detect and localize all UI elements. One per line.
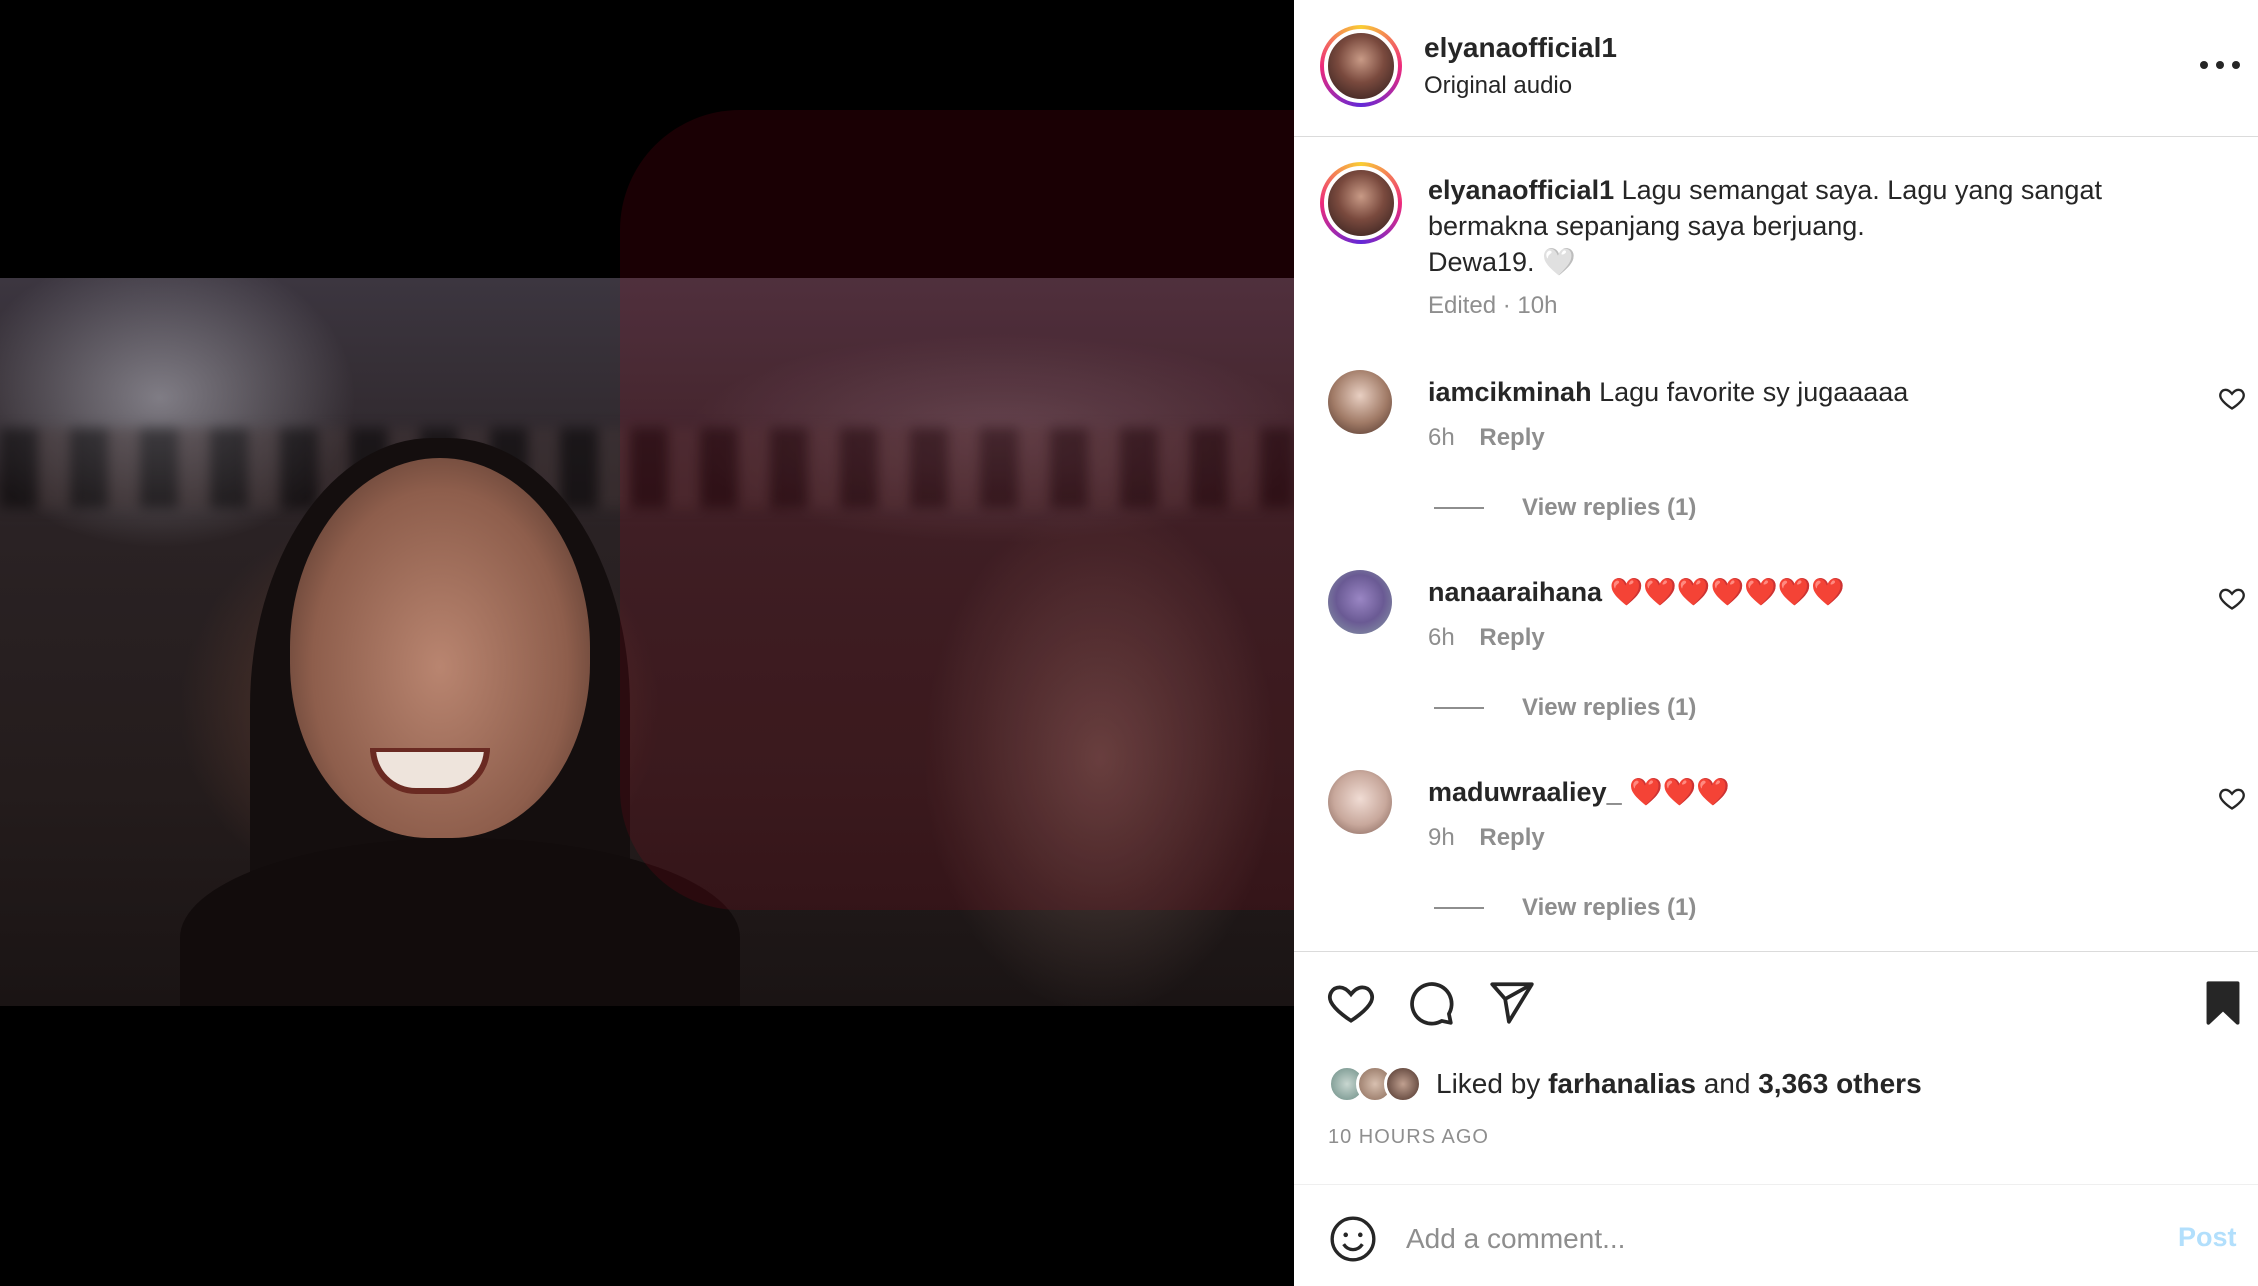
view-replies-label: View replies (1) xyxy=(1522,494,1697,521)
comment-item: nanaaraihana ❤️❤️❤️❤️❤️❤️❤️ 6h Reply Vie… xyxy=(1294,570,2258,770)
view-replies-label: View replies (1) xyxy=(1522,894,1697,921)
post-header: elyanaofficial1 Original audio xyxy=(1294,0,2258,137)
comment-item: iamcikminah Lagu favorite sy jugaaaaa 6h… xyxy=(1294,370,2258,570)
liker-avatars[interactable] xyxy=(1328,1065,1422,1103)
view-replies-button[interactable]: View replies (1) xyxy=(1434,494,1696,522)
save-icon[interactable] xyxy=(2198,978,2248,1028)
comment-body: ❤️❤️❤️❤️❤️❤️❤️ xyxy=(1609,577,1845,607)
comment-username[interactable]: iamcikminah xyxy=(1428,377,1592,407)
like-icon[interactable] xyxy=(1326,978,1376,1028)
caption-meta: Edited · 10h xyxy=(1428,292,1558,319)
comment-text: iamcikminah Lagu favorite sy jugaaaaa xyxy=(1428,374,1908,410)
caption-text: elyanaofficial1 Lagu semangat saya. Lagu… xyxy=(1428,172,2188,280)
emoji-icon[interactable] xyxy=(1328,1214,1378,1264)
comment-avatar[interactable] xyxy=(1328,570,1392,634)
replies-divider xyxy=(1434,907,1484,909)
video-player[interactable] xyxy=(0,278,1294,1006)
white-heart-emoji: 🤍 xyxy=(1542,247,1576,277)
likes-summary: Liked by farhanalias and 3,363 others xyxy=(1328,1062,1922,1106)
comment-username[interactable]: maduwraaliey_ xyxy=(1428,777,1622,807)
action-bar xyxy=(1294,978,2258,1028)
comment-time: 9h xyxy=(1428,824,1455,851)
likes-and: and xyxy=(1703,1068,1751,1099)
view-replies-button[interactable]: View replies (1) xyxy=(1434,694,1696,722)
caption-avatar[interactable] xyxy=(1320,162,1402,244)
post-media[interactable] xyxy=(0,0,1294,1286)
add-comment-divider xyxy=(1294,1184,2258,1185)
likes-user-link[interactable]: farhanalias xyxy=(1548,1068,1696,1099)
post-timestamp[interactable]: 10 HOURS AGO xyxy=(1328,1126,1489,1149)
replies-divider xyxy=(1434,507,1484,509)
post-panel: elyanaofficial1 Original audio elyanaoff… xyxy=(1294,0,2258,1286)
comment-item: maduwraaliey_ ❤️❤️❤️ 9h Reply View repli… xyxy=(1294,770,2258,970)
share-icon[interactable] xyxy=(1486,978,1536,1028)
heart-small-icon[interactable] xyxy=(2218,784,2246,812)
audio-label[interactable]: Original audio xyxy=(1424,72,1572,100)
comment-username[interactable]: nanaaraihana xyxy=(1428,577,1602,607)
comment-input[interactable] xyxy=(1406,1216,2096,1262)
comment-body: Lagu favorite sy jugaaaaa xyxy=(1599,377,1909,407)
comment-time: 6h xyxy=(1428,424,1455,451)
more-icon[interactable] xyxy=(2200,50,2240,80)
comment-meta: 9h Reply xyxy=(1428,824,1545,852)
comment-text: maduwraaliey_ ❤️❤️❤️ xyxy=(1428,774,1730,810)
comment-time: 6h xyxy=(1428,624,1455,651)
post-button[interactable]: Post xyxy=(2178,1222,2237,1253)
heart-small-icon[interactable] xyxy=(2218,384,2246,412)
reply-button[interactable]: Reply xyxy=(1479,624,1544,651)
comment-meta: 6h Reply xyxy=(1428,624,1545,652)
view-replies-button[interactable]: View replies (1) xyxy=(1434,894,1696,922)
reply-button[interactable]: Reply xyxy=(1479,424,1544,451)
comment-text: nanaaraihana ❤️❤️❤️❤️❤️❤️❤️ xyxy=(1428,574,1845,610)
video-crowd xyxy=(0,428,1294,508)
actions-divider xyxy=(1294,951,2258,952)
liker-avatar xyxy=(1384,1065,1422,1103)
comment-icon[interactable] xyxy=(1406,978,1456,1028)
comment-avatar[interactable] xyxy=(1328,770,1392,834)
caption-line3: Dewa19. xyxy=(1428,247,1535,277)
view-replies-label: View replies (1) xyxy=(1522,694,1697,721)
caption-username[interactable]: elyanaofficial1 xyxy=(1428,175,1614,205)
comment-body: ❤️❤️❤️ xyxy=(1629,777,1730,807)
author-avatar[interactable] xyxy=(1320,25,1402,107)
reply-button[interactable]: Reply xyxy=(1479,824,1544,851)
likes-others-link[interactable]: 3,363 others xyxy=(1758,1068,1921,1099)
comment-avatar[interactable] xyxy=(1328,370,1392,434)
add-comment-bar: Post xyxy=(1294,1210,2258,1266)
replies-divider xyxy=(1434,707,1484,709)
likes-text: Liked by farhanalias and 3,363 others xyxy=(1436,1068,1922,1100)
comment-meta: 6h Reply xyxy=(1428,424,1545,452)
author-username[interactable]: elyanaofficial1 xyxy=(1424,32,1617,64)
likes-prefix: Liked by xyxy=(1436,1068,1541,1099)
heart-small-icon[interactable] xyxy=(2218,584,2246,612)
